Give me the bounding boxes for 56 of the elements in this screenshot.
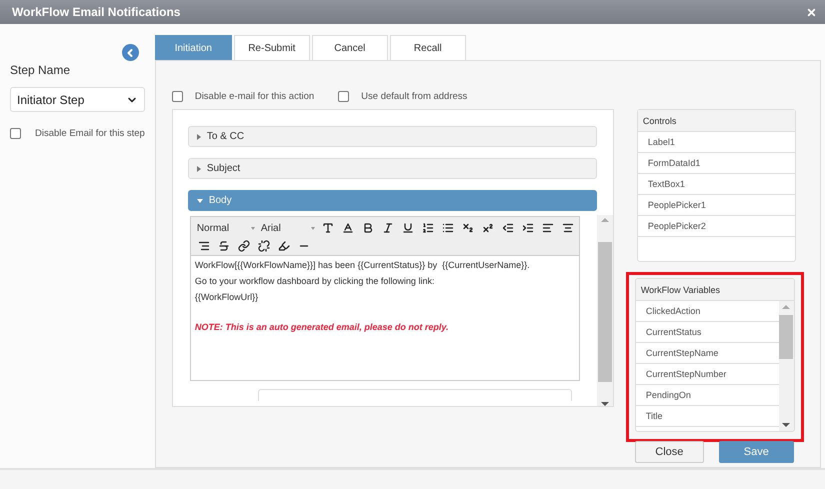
body-text: Go to your workflow dashboard by clicking the following link:	[194, 276, 436, 286]
subscript-icon[interactable]	[460, 221, 475, 235]
checkbox[interactable]	[338, 91, 350, 102]
strikethrough-icon[interactable]	[216, 239, 231, 253]
tab[interactable]: Cancel	[312, 35, 388, 60]
step-select[interactable]: Initiator Step	[10, 87, 145, 112]
align-right-icon[interactable]	[196, 239, 211, 253]
checkbox-label: Disable e-mail for this action	[194, 91, 314, 102]
body-text: WorkFlow[{{WorkFlowName}}] has been {{CurrentStatus}} by {{CurrentUserName}}.	[194, 260, 531, 270]
format-dropdown[interactable]: Normal	[196, 222, 255, 234]
align-left-icon[interactable]	[540, 221, 555, 235]
list-item[interactable]: Label1	[638, 132, 795, 153]
unlink-icon[interactable]	[256, 239, 271, 253]
window-title: WorkFlow Email Notifications	[12, 5, 180, 19]
outdent-icon[interactable]	[500, 221, 515, 235]
underline-icon[interactable]	[400, 221, 415, 235]
checkbox[interactable]	[172, 91, 183, 102]
tab[interactable]: Re-Submit	[234, 35, 310, 60]
list-item[interactable]: CurrentStepNumber	[636, 364, 779, 385]
superscript-icon[interactable]	[480, 221, 495, 235]
numbered-list-icon[interactable]	[420, 221, 435, 235]
align-center-icon[interactable]	[560, 221, 575, 235]
panel-title: Controls	[638, 110, 795, 132]
panel-title: WorkFlow Variables	[636, 279, 794, 301]
accordion-header[interactable]: Subject	[188, 158, 597, 179]
body-text: {{WorkFlowUrl}}	[194, 292, 260, 302]
list-item[interactable]: ClickedAction	[636, 301, 779, 322]
list-item[interactable]: Title	[636, 406, 779, 427]
checkbox-label: Use default from address	[361, 91, 468, 102]
step-name-label: Step Name	[10, 63, 72, 77]
close-icon[interactable]	[806, 6, 817, 18]
list-item[interactable]: PeoplePicker2	[638, 216, 795, 237]
scrollbar-drawing[interactable]	[596, 215, 613, 406]
scrollbar-drawing[interactable]	[778, 301, 794, 431]
font-dropdown[interactable]: Arial	[260, 222, 315, 234]
list-item[interactable]: FormDataId1	[638, 153, 795, 174]
note-text: NOTE: This is an auto generated email, please do not reply.	[194, 322, 450, 332]
tab[interactable]: Recall	[390, 35, 466, 60]
link-icon[interactable]	[236, 239, 251, 253]
bullet-list-icon[interactable]	[440, 221, 455, 235]
checkbox-label: Disable Email for this step	[35, 128, 145, 139]
highlighter-icon[interactable]	[276, 239, 291, 253]
list-item[interactable]: TextBox1	[638, 174, 795, 195]
list-item[interactable]: CurrentStatus	[636, 322, 779, 343]
indent-icon[interactable]	[520, 221, 535, 235]
list-item[interactable]: PeoplePicker1	[638, 195, 795, 216]
font-color-icon[interactable]	[340, 221, 355, 235]
close-button[interactable]: Close	[634, 441, 704, 463]
rich-text-editor[interactable]	[190, 216, 580, 381]
list-item[interactable]: PendingOn	[636, 385, 779, 406]
collapse-icon[interactable]	[122, 44, 139, 61]
text-size-icon[interactable]	[320, 221, 335, 235]
attachment-field[interactable]	[258, 389, 572, 401]
accordion-header[interactable]: To & CC	[188, 126, 597, 147]
checkbox[interactable]	[10, 128, 21, 139]
list-item[interactable]: CurrentStepName	[636, 343, 779, 364]
